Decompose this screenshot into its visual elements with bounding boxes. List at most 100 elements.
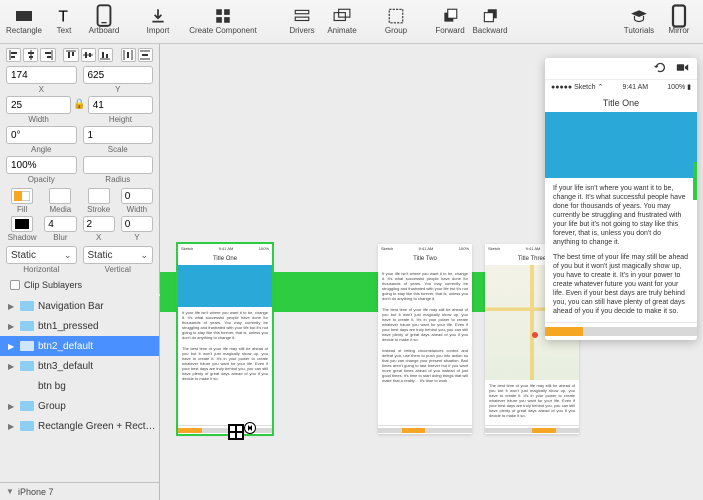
tool-artboard[interactable]: Artboard	[84, 2, 124, 42]
height-input[interactable]	[88, 96, 153, 114]
tab-item[interactable]	[532, 426, 556, 434]
align-bottom-button[interactable]	[98, 48, 113, 62]
shadow-x-input[interactable]	[83, 216, 115, 232]
chevron-right-icon: ▶	[8, 302, 16, 311]
blur-label: Blur	[44, 233, 76, 242]
align-left-button[interactable]	[6, 48, 21, 62]
tab-item[interactable]	[583, 323, 621, 340]
tool-rectangle[interactable]: Rectangle	[4, 2, 44, 42]
tool-text[interactable]: T Text	[44, 2, 84, 42]
align-top-button[interactable]	[63, 48, 78, 62]
tool-label: Forward	[435, 26, 464, 35]
tool-label: Animate	[327, 26, 356, 35]
folder-icon	[20, 361, 34, 371]
import-icon	[149, 8, 167, 24]
layer-item-group[interactable]: ▶Group	[0, 396, 159, 416]
angle-input[interactable]	[6, 126, 77, 144]
animate-overlay-icon	[244, 422, 256, 434]
scale-input[interactable]	[83, 126, 154, 144]
tool-label: Drivers	[289, 26, 314, 35]
tab-item[interactable]	[378, 426, 402, 434]
radius-input[interactable]	[83, 156, 154, 174]
tool-tutorials[interactable]: Tutorials	[619, 2, 659, 42]
rectangle-icon	[15, 8, 33, 24]
artboard-title-one[interactable]: Sketch9:41 AM100% Title One If your life…	[178, 244, 272, 434]
align-right-button[interactable]	[40, 48, 55, 62]
stroke-swatch[interactable]	[88, 188, 110, 204]
opacity-input[interactable]	[6, 156, 77, 174]
tab-item[interactable]	[485, 426, 509, 434]
tab-item[interactable]	[449, 426, 473, 434]
undo-icon[interactable]	[653, 61, 666, 77]
scale-label: Scale	[83, 145, 154, 154]
tool-drivers[interactable]: Drivers	[282, 2, 322, 42]
tool-label: Tutorials	[624, 26, 654, 35]
tab-item[interactable]	[425, 426, 449, 434]
tool-import[interactable]: Import	[138, 2, 178, 42]
layer-item-nav[interactable]: ▶Navigation Bar	[0, 296, 159, 316]
tool-label: Rectangle	[6, 26, 42, 35]
chevron-right-icon: ▶	[8, 362, 16, 371]
body-text: The best time of your life may still be …	[485, 380, 579, 421]
distribute-v-button[interactable]	[138, 48, 153, 62]
media-swatch[interactable]	[49, 188, 71, 204]
chevron-down-icon[interactable]: ▼	[6, 487, 14, 496]
tool-label: Artboard	[89, 26, 120, 35]
screen-title: Title One	[545, 94, 697, 112]
tool-animate[interactable]: Animate	[322, 2, 362, 42]
tab-item[interactable]	[659, 323, 697, 340]
blur-input[interactable]	[44, 216, 76, 232]
shadow-y-input[interactable]	[121, 216, 153, 232]
layer-item-btnbg[interactable]: ▶btn bg	[0, 376, 159, 396]
horizontal-select[interactable]: Static	[6, 246, 77, 264]
tool-label: Import	[147, 26, 170, 35]
tab-item[interactable]	[402, 426, 426, 434]
align-center-h-button[interactable]	[23, 48, 38, 62]
tab-item[interactable]	[545, 323, 583, 340]
tab-item[interactable]	[202, 426, 226, 434]
tool-backward[interactable]: Backward	[470, 2, 510, 42]
tool-mirror[interactable]: Mirror	[659, 2, 699, 42]
distribute-h-button[interactable]	[121, 48, 136, 62]
x-input[interactable]	[6, 66, 77, 84]
phone-status-bar: Sketch9:41 AM100%	[378, 244, 472, 253]
height-label: Height	[88, 115, 153, 124]
layer-item-btn1[interactable]: ▶btn1_pressed	[0, 316, 159, 336]
tab-bar	[178, 425, 272, 434]
align-center-v-button[interactable]	[81, 48, 96, 62]
tab-item[interactable]	[178, 426, 202, 434]
fill-swatch[interactable]	[11, 188, 33, 204]
artboard-icon	[95, 8, 113, 24]
svg-text:T: T	[58, 9, 68, 25]
tutorials-icon	[630, 8, 648, 24]
layer-item-rectgreen[interactable]: ▶Rectangle Green + Rect…	[0, 416, 159, 436]
radius-label: Radius	[83, 175, 154, 184]
vertical-label: Vertical	[83, 265, 154, 274]
stroke-width-input[interactable]	[121, 188, 153, 204]
vertical-select[interactable]: Static	[83, 246, 154, 264]
lock-aspect-icon[interactable]: 🔒	[73, 96, 85, 110]
device-label: iPhone 7	[18, 487, 54, 497]
artboard-title-two[interactable]: Sketch9:41 AM100% Title Two If your life…	[378, 244, 472, 434]
tool-create-component[interactable]: Create Component	[178, 2, 268, 42]
tool-forward[interactable]: Forward	[430, 2, 470, 42]
group-icon	[387, 8, 405, 24]
tool-group[interactable]: Group	[376, 2, 416, 42]
layer-label: btn1_pressed	[38, 321, 99, 332]
mirror-icon	[670, 8, 688, 24]
width-label: Width	[6, 115, 71, 124]
layer-item-btn3[interactable]: ▶btn3_default	[0, 356, 159, 376]
tab-item[interactable]	[556, 426, 580, 434]
layer-label: Group	[38, 401, 66, 412]
tab-bar	[545, 322, 697, 340]
width-input[interactable]	[6, 96, 71, 114]
record-icon[interactable]	[676, 61, 689, 77]
tab-item[interactable]	[621, 323, 659, 340]
y-input[interactable]	[83, 66, 154, 84]
tab-item[interactable]	[509, 426, 533, 434]
clip-sublayers-checkbox[interactable]	[10, 280, 20, 290]
shadow-swatch[interactable]	[11, 216, 33, 232]
layer-item-btn2[interactable]: ▶btn2_default	[0, 336, 159, 356]
folder-icon	[20, 421, 34, 431]
tool-label: Text	[57, 26, 72, 35]
